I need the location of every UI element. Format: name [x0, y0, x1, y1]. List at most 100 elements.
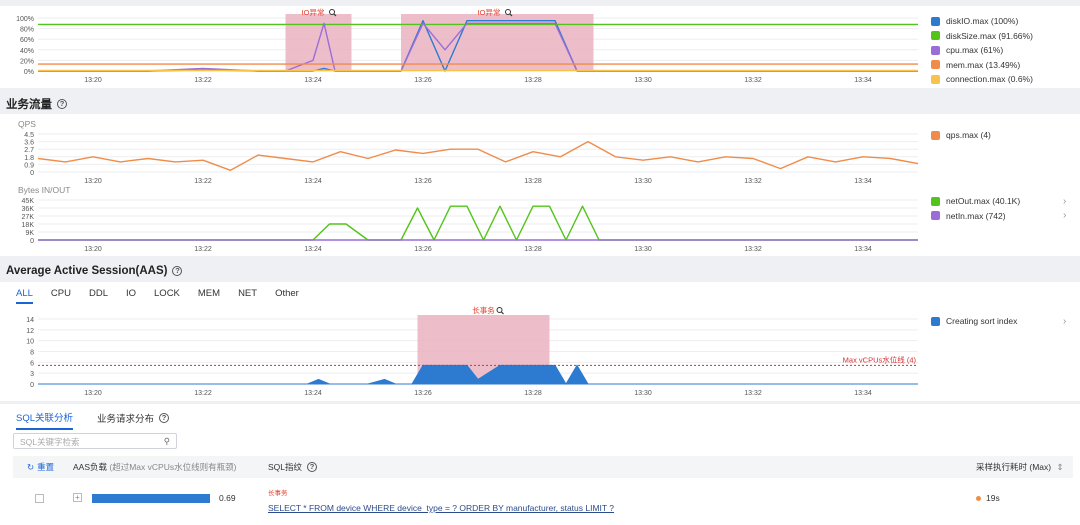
reset-button[interactable]: ↻ 重置 [27, 461, 54, 473]
x-tick-label: 13:20 [84, 390, 102, 397]
x-tick-label: 13:30 [634, 77, 652, 84]
aas-value: 0.69 [219, 493, 236, 503]
sql-table-header: ↻ 重置 AAS负载 (超过Max vCPUs水位线则有瓶颈) SQL指纹 ? 采… [13, 456, 1073, 478]
table-row[interactable]: + 0.69 长事务 SELECT * FROM device WHERE de… [13, 484, 1073, 520]
tab-io[interactable]: IO [126, 288, 136, 304]
magnifier-icon [496, 307, 504, 315]
x-tick-label: 13:34 [854, 246, 872, 253]
x-tick-label: 13:34 [854, 77, 872, 84]
x-tick-label: 13:28 [524, 390, 542, 397]
overview-legend: diskIO.max (100%) diskSize.max (91.66%) cp… [931, 14, 1033, 87]
y-tick-label: 8 [30, 350, 34, 357]
help-icon[interactable]: ? [57, 99, 67, 109]
x-tick-label: 13:26 [414, 178, 432, 185]
aas-bar-track [92, 494, 216, 503]
legend-swatch [931, 45, 940, 55]
search-icon[interactable]: ⚲ [164, 436, 170, 447]
tab-mem[interactable]: MEM [198, 288, 220, 304]
chevron-right-icon[interactable]: › [1063, 316, 1066, 327]
tab-all[interactable]: ALL [16, 288, 33, 304]
x-tick-label: 13:28 [524, 77, 542, 84]
series-line [38, 205, 918, 241]
traffic-section-title: 业务流量 ? [6, 96, 67, 112]
legend-item[interactable]: diskIO.max (100%) [931, 14, 1033, 29]
tab-request-distribution-label: 业务请求分布 [97, 414, 155, 425]
anomaly-label: IO异常 [302, 8, 325, 17]
legend-label: cpu.max (61%) [946, 45, 1004, 56]
x-tick-label: 13:30 [634, 390, 652, 397]
col-time-label: 采样执行耗时 (Max) [976, 462, 1052, 472]
y-tick-label: 14 [26, 317, 34, 324]
tab-net[interactable]: NET [238, 288, 257, 304]
legend-item[interactable]: Creating sort index › [931, 314, 1066, 329]
sql-search-input[interactable]: SQL关键字检索 ⚲ [13, 433, 177, 449]
tab-request-distribution[interactable]: 业务请求分布? [97, 410, 170, 430]
y-tick-label: 45K [22, 198, 35, 205]
legend-item[interactable]: diskSize.max (91.66%) [931, 29, 1033, 44]
legend-item[interactable]: connection.max (0.6%) [931, 72, 1033, 87]
x-tick-label: 13:24 [304, 246, 322, 253]
legend-swatch [931, 31, 940, 41]
legend-item[interactable]: qps.max (4) [931, 128, 991, 143]
y-tick-label: 4.5 [24, 132, 34, 139]
x-tick-label: 13:20 [84, 77, 102, 84]
y-tick-label: 100% [16, 16, 34, 23]
overview-panel: 100% 80% 60% 40% 20% 0% 13:20 13:22 13:24 13:26 13… [0, 6, 1080, 88]
y-tick-label: 9K [25, 230, 34, 237]
legend-swatch [931, 196, 940, 206]
y-tick-label: 20% [20, 58, 34, 65]
sort-icon[interactable]: ⇕ [1056, 462, 1063, 472]
col-sql: SQL指纹 ? [268, 461, 318, 473]
chevron-right-icon[interactable]: › [1063, 196, 1066, 207]
magnifier-icon-lens [496, 307, 503, 313]
x-tick-label: 13:32 [744, 246, 762, 253]
legend-item[interactable]: mem.max (13.49%) [931, 58, 1033, 73]
analysis-tabs: SQL关联分析 业务请求分布? [16, 410, 193, 430]
bytes-chart-label: Bytes IN/OUT [18, 185, 71, 195]
bytes-chart: 45K36K27K18K9K0 13:20 13:22 13:24 13:26 13:28… [22, 198, 918, 253]
y-tick-label: 3.6 [24, 140, 34, 147]
legend-item[interactable]: netOut.max (40.1K) › [931, 194, 1066, 209]
exec-time: 19s [986, 493, 1000, 503]
x-tick-label: 13:22 [194, 77, 212, 84]
y-tick-label: 12 [26, 328, 34, 335]
chevron-right-icon[interactable]: › [1063, 210, 1066, 221]
x-tick-label: 13:30 [634, 178, 652, 185]
tab-ddl[interactable]: DDL [89, 288, 108, 304]
y-tick-label: 0.9 [24, 162, 34, 169]
tab-lock[interactable]: LOCK [154, 288, 180, 304]
expand-icon[interactable]: + [73, 493, 82, 502]
help-icon[interactable]: ? [172, 266, 183, 276]
aas-title-text: Average Active Session(AAS) [6, 265, 168, 277]
col-time[interactable]: 采样执行耗时 (Max) ⇕ [976, 461, 1064, 473]
legend-swatch [931, 16, 940, 26]
legend-item[interactable]: netIn.max (742) › [931, 209, 1066, 224]
aas-legend: Creating sort index › [931, 314, 1066, 329]
y-tick-label: 0% [24, 69, 34, 76]
col-aas-label: AAS负载 [73, 462, 108, 472]
help-icon[interactable]: ? [159, 413, 170, 423]
y-tick-label: 1.8 [24, 155, 34, 162]
y-tick-label: 18K [22, 222, 35, 229]
aas-tabs: ALL CPU DDL IO LOCK MEM NET Other [16, 288, 317, 304]
legend-label: mem.max (13.49%) [946, 59, 1021, 70]
x-tick-label: 13:34 [854, 390, 872, 397]
x-tick-label: 13:24 [304, 77, 322, 84]
x-tick-label: 13:20 [84, 178, 102, 185]
legend-swatch [931, 74, 940, 84]
tab-sql-analysis[interactable]: SQL关联分析 [16, 410, 74, 430]
row-checkbox[interactable] [35, 494, 44, 503]
y-tick-label: 60% [20, 37, 34, 44]
magnifier-icon-lens [329, 9, 335, 15]
legend-label: netOut.max (40.1K) [946, 196, 1021, 207]
tab-other[interactable]: Other [275, 288, 299, 304]
aas-section-title: Average Active Session(AAS) ? [6, 265, 183, 277]
sql-fingerprint-link[interactable]: SELECT * FROM device WHERE device_type =… [268, 503, 614, 513]
traffic-title-text: 业务流量 [6, 99, 52, 111]
tab-cpu[interactable]: CPU [51, 288, 71, 304]
legend-item[interactable]: cpu.max (61%) [931, 43, 1033, 58]
qps-chart-label: QPS [18, 119, 36, 129]
help-icon[interactable]: ? [307, 462, 318, 472]
reset-label: 重置 [37, 462, 55, 472]
x-tick-label: 13:28 [524, 246, 542, 253]
